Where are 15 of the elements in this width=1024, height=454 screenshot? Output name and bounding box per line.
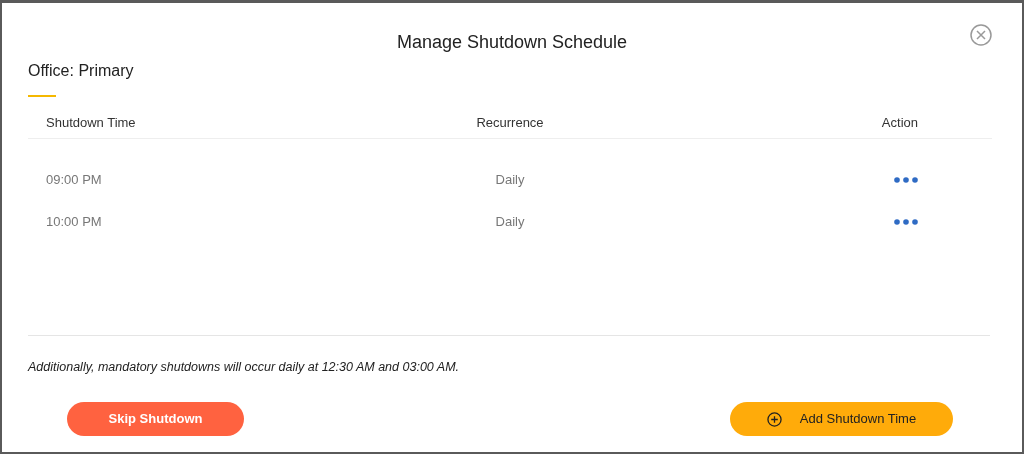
column-header: Recurrence [475,114,545,132]
dialog-title: Manage Shutdown Schedule [396,31,628,54]
office-label: Office: Primary [28,62,134,79]
note-text: Additionally, mandatory shutdowns will occur daily at 12:30 AM and 03:00 AM. [28,360,459,374]
table-cell-text: 09:00 PM [45,171,103,190]
column-header: Action [880,114,919,132]
close-icon[interactable] [970,24,992,46]
column-header: Shutdown Time [45,114,137,132]
more-icon[interactable] [894,218,918,226]
add-shutdown-button[interactable]: Add Shutdown Time [730,402,953,436]
table-cell-text: Daily [494,213,526,232]
table-cell-text: 10:00 PM [45,213,103,232]
table-cell-text: Daily [494,171,526,190]
plus-circle-icon [766,411,782,427]
more-icon[interactable] [894,176,918,184]
